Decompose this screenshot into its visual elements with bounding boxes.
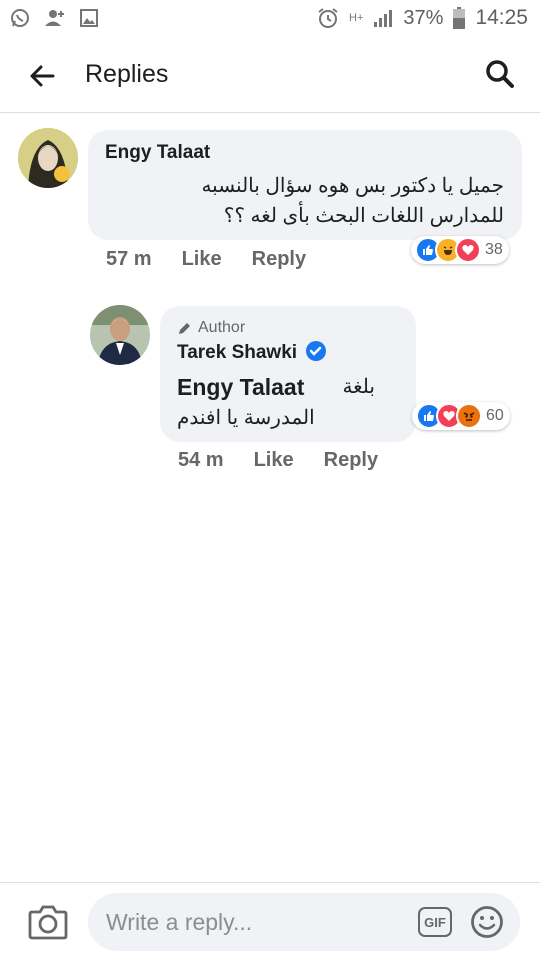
page-title: Replies <box>85 60 169 88</box>
comment-bubble[interactable]: Author Tarek Shawki Engy Talaat بلغة الم… <box>160 306 416 442</box>
comment-text-line: بلغة <box>342 375 375 398</box>
reply-button[interactable]: Reply <box>252 248 306 271</box>
comment-author[interactable]: Tarek Shawki <box>177 340 327 364</box>
app-header: Replies <box>0 36 540 113</box>
comment-bubble[interactable]: Engy Talaat جميل يا دكتور بس هوه سؤال با… <box>88 130 522 240</box>
author-badge-label: Author <box>198 319 246 336</box>
gif-label: GIF <box>424 914 446 930</box>
network-type-icon: H+ <box>349 12 364 24</box>
camera-button[interactable] <box>28 904 68 940</box>
signal-icon <box>373 8 393 28</box>
status-bar: H+ 37% 14:25 <box>0 0 540 36</box>
gif-button[interactable]: GIF <box>418 907 452 937</box>
comment-actions: 57 m Like Reply <box>106 248 306 271</box>
back-arrow-icon <box>30 65 55 87</box>
avatar[interactable] <box>18 128 78 188</box>
mention-link[interactable]: Engy Talaat <box>177 374 304 401</box>
comment-author-name[interactable]: Tarek Shawki <box>177 342 297 363</box>
verified-badge-icon <box>306 340 327 361</box>
comment-text-line: المدرسة يا افندم <box>177 407 315 429</box>
comment-text: Engy Talaat بلغة المدرسة يا افندم <box>177 372 401 433</box>
comment-author[interactable]: Engy Talaat <box>105 142 210 164</box>
alarm-icon <box>317 7 339 29</box>
clock: 14:25 <box>475 6 528 29</box>
reply-input-placeholder: Write a reply... <box>106 909 253 935</box>
comment-text-line: للمدارس اللغات البحث بأى لغه ؟؟ <box>223 205 504 227</box>
comment-timestamp[interactable]: 57 m <box>106 248 152 271</box>
whatsapp-icon <box>10 8 30 28</box>
back-button[interactable] <box>22 56 62 96</box>
comment-timestamp[interactable]: 54 m <box>178 449 224 472</box>
battery-percent: 37% <box>403 6 444 29</box>
pencil-icon <box>179 322 190 334</box>
reaction-summary[interactable]: 38 <box>411 236 509 264</box>
angry-reaction-icon <box>456 403 482 429</box>
emoji-button[interactable] <box>470 905 504 939</box>
camera-icon <box>28 905 68 940</box>
like-button[interactable]: Like <box>254 449 294 472</box>
search-icon <box>486 60 514 88</box>
add-contact-icon <box>44 8 66 28</box>
reply-composer: Write a reply... GIF <box>0 882 540 961</box>
reaction-summary[interactable]: 60 <box>412 402 510 430</box>
search-button[interactable] <box>480 54 520 94</box>
comment-actions: 54 m Like Reply <box>178 449 378 472</box>
comment-text-line: جميل يا دكتور بس هوه سؤال بالنسبه <box>201 175 504 197</box>
reply-input[interactable]: Write a reply... GIF <box>88 893 520 951</box>
battery-icon <box>453 7 466 29</box>
avatar[interactable] <box>90 305 150 365</box>
gallery-icon <box>80 9 98 27</box>
author-badge: Author <box>177 319 245 337</box>
reaction-count: 38 <box>485 241 503 258</box>
smiley-icon <box>471 906 503 938</box>
love-reaction-icon <box>455 237 481 263</box>
reaction-count: 60 <box>486 407 504 424</box>
like-button[interactable]: Like <box>182 248 222 271</box>
reply-button[interactable]: Reply <box>324 449 378 472</box>
